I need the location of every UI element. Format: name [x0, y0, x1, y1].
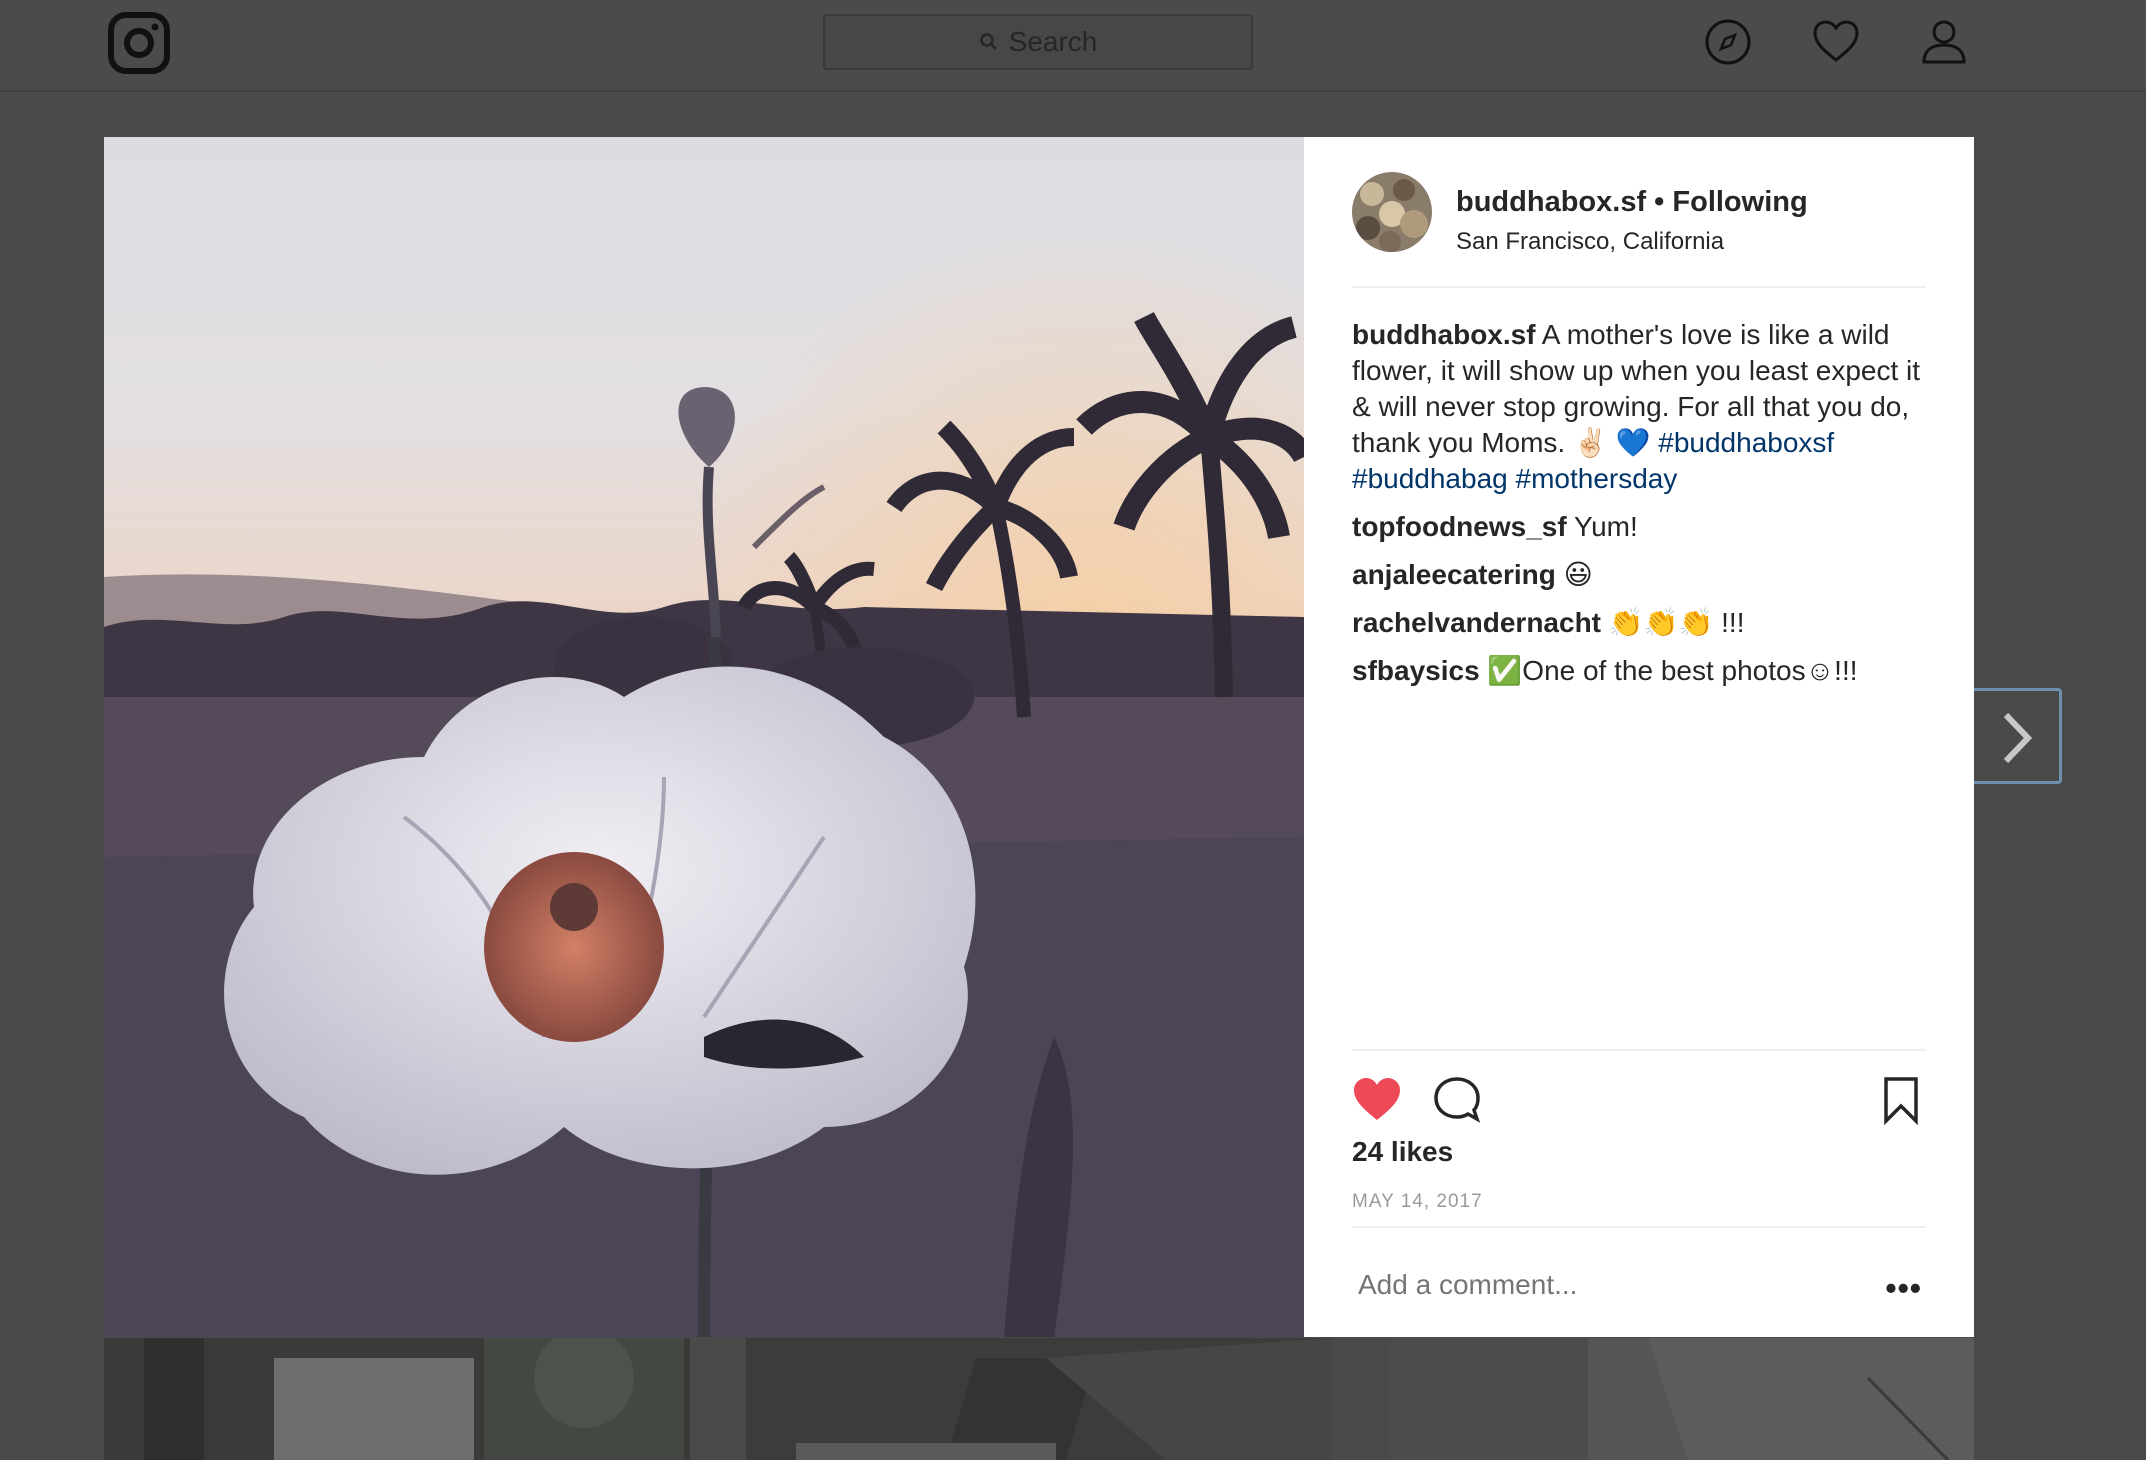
hashtag-link[interactable]: #buddhaboxsf	[1658, 427, 1834, 458]
comments-list: buddhabox.sf A mother's love is like a w…	[1352, 317, 1926, 701]
heart-icon[interactable]	[1812, 18, 1860, 66]
instagram-logo-icon[interactable]	[108, 12, 170, 74]
grid-thumbnail[interactable]	[1388, 1338, 1974, 1460]
comment-item: rachelvandernacht 👏👏👏 !!!	[1352, 605, 1926, 641]
add-comment-input[interactable]	[1356, 1268, 1840, 1302]
comment-username[interactable]: topfoodnews_sf	[1352, 511, 1567, 542]
comment-username[interactable]: rachelvandernacht	[1352, 607, 1601, 638]
top-navigation-bar: Search	[0, 0, 2146, 92]
grid-thumbnail[interactable]	[746, 1338, 1332, 1460]
following-button[interactable]: Following	[1672, 186, 1807, 218]
comment-username[interactable]: anjaleecatering	[1352, 559, 1556, 590]
avatar[interactable]	[1352, 172, 1432, 252]
caption: buddhabox.sf A mother's love is like a w…	[1352, 317, 1926, 497]
add-comment-row: •••	[1352, 1226, 1926, 1338]
hashtag-link[interactable]: #buddhabag	[1352, 463, 1508, 494]
post-header: buddhabox.sf • Following San Francisco, …	[1352, 172, 1926, 288]
next-post-button[interactable]	[1974, 688, 2062, 784]
chevron-right-icon	[2003, 712, 2033, 764]
profile-icon[interactable]	[1920, 18, 1968, 66]
comment-text: 😃	[1563, 559, 1593, 590]
comment-bubble-icon[interactable]	[1432, 1075, 1482, 1125]
post-author-row: buddhabox.sf • Following	[1456, 186, 1808, 219]
post-author-username[interactable]: buddhabox.sf	[1456, 186, 1646, 218]
bookmark-icon[interactable]	[1876, 1075, 1926, 1125]
search-placeholder: Search	[1008, 26, 1098, 57]
search-icon	[979, 33, 997, 50]
likes-count[interactable]: 24 likes	[1352, 1136, 1453, 1168]
like-heart-icon[interactable]	[1352, 1075, 1402, 1125]
comment-text: Yum!	[1573, 511, 1638, 542]
post-modal: buddhabox.sf • Following San Francisco, …	[104, 137, 1974, 1337]
hashtag-link[interactable]: #mothersday	[1516, 463, 1678, 494]
search-box[interactable]: Search	[823, 14, 1253, 70]
more-options-icon[interactable]: •••	[1885, 1270, 1922, 1307]
comment-item: anjaleecatering 😃	[1352, 557, 1926, 593]
post-location[interactable]: San Francisco, California	[1456, 228, 1724, 256]
compass-icon[interactable]	[1704, 18, 1752, 66]
post-date[interactable]: MAY 14, 2017	[1352, 1191, 1483, 1213]
comment-text: ✅One of the best photos☺!!!	[1487, 655, 1858, 686]
comment-text: 👏👏👏 !!!	[1608, 607, 1745, 638]
comment-username[interactable]: sfbaysics	[1352, 655, 1480, 686]
post-photo[interactable]	[104, 137, 1304, 1337]
grid-thumbnail[interactable]	[104, 1338, 690, 1460]
separator-dot: •	[1654, 186, 1665, 218]
comment-username[interactable]: buddhabox.sf	[1352, 319, 1536, 350]
comment-item: sfbaysics ✅One of the best photos☺!!!	[1352, 653, 1926, 689]
post-actions: 24 likes MAY 14, 2017	[1352, 1049, 1926, 1212]
post-sidebar: buddhabox.sf • Following San Francisco, …	[1304, 137, 1974, 1337]
comment-item: topfoodnews_sf Yum!	[1352, 509, 1926, 545]
